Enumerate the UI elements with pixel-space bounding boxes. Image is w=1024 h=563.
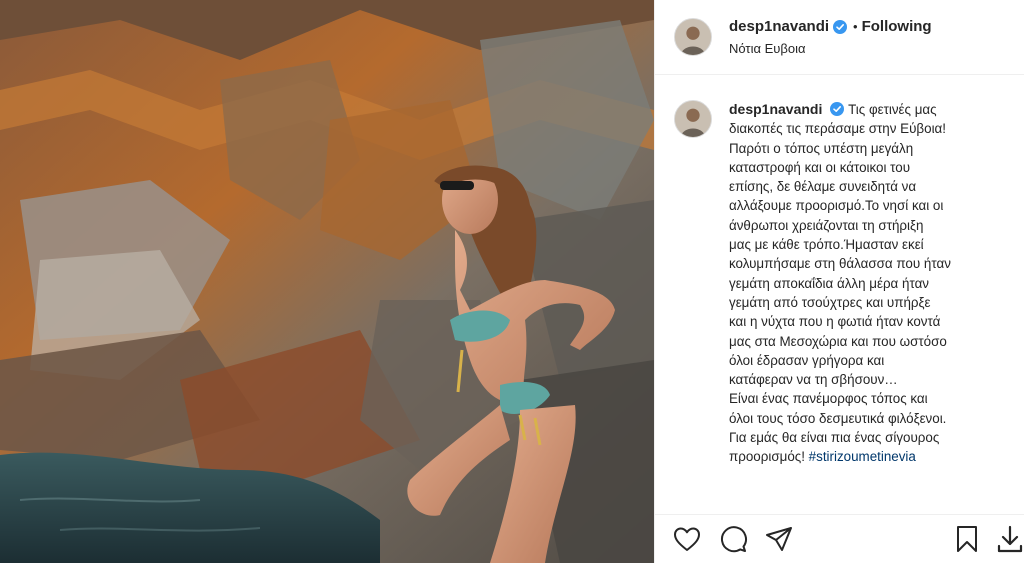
action-bar (655, 514, 1024, 563)
verified-badge-icon (833, 19, 848, 34)
post-header-info: desp1navandi • Following Νότια Ευβοια (729, 18, 932, 57)
avatar[interactable] (674, 18, 712, 56)
bookmark-icon[interactable] (952, 524, 982, 554)
separator-dot: • (853, 18, 858, 34)
username-link[interactable]: desp1navandi (729, 18, 829, 36)
caption-username-link[interactable]: desp1navandi (729, 101, 822, 117)
verified-badge-icon (830, 102, 845, 116)
caption-row: desp1navandi Τις φετινές μας διακοπές τι… (655, 76, 1024, 467)
post-sidebar: desp1navandi • Following Νότια Ευβοια de… (654, 0, 1024, 563)
location-link[interactable]: Νότια Ευβοια (729, 41, 932, 57)
photo-image (0, 0, 654, 563)
caption-body: Τις φετινές μας διακοπές τις περάσαμε στ… (729, 102, 951, 465)
comment-icon[interactable] (718, 524, 748, 554)
heart-icon[interactable] (672, 524, 702, 554)
caption-area: desp1navandi Τις φετινές μας διακοπές τι… (655, 76, 1024, 514)
paper-plane-icon[interactable] (764, 524, 794, 554)
caption-text: desp1navandi Τις φετινές μας διακοπές τι… (729, 100, 1013, 467)
following-button[interactable]: Following (862, 18, 932, 36)
hashtag-link[interactable]: #stirizoumetinevia (809, 449, 916, 464)
caption-avatar[interactable] (674, 100, 712, 138)
download-icon[interactable] (995, 524, 1024, 554)
post-photo[interactable] (0, 0, 654, 563)
post-header: desp1navandi • Following Νότια Ευβοια (655, 0, 1024, 75)
